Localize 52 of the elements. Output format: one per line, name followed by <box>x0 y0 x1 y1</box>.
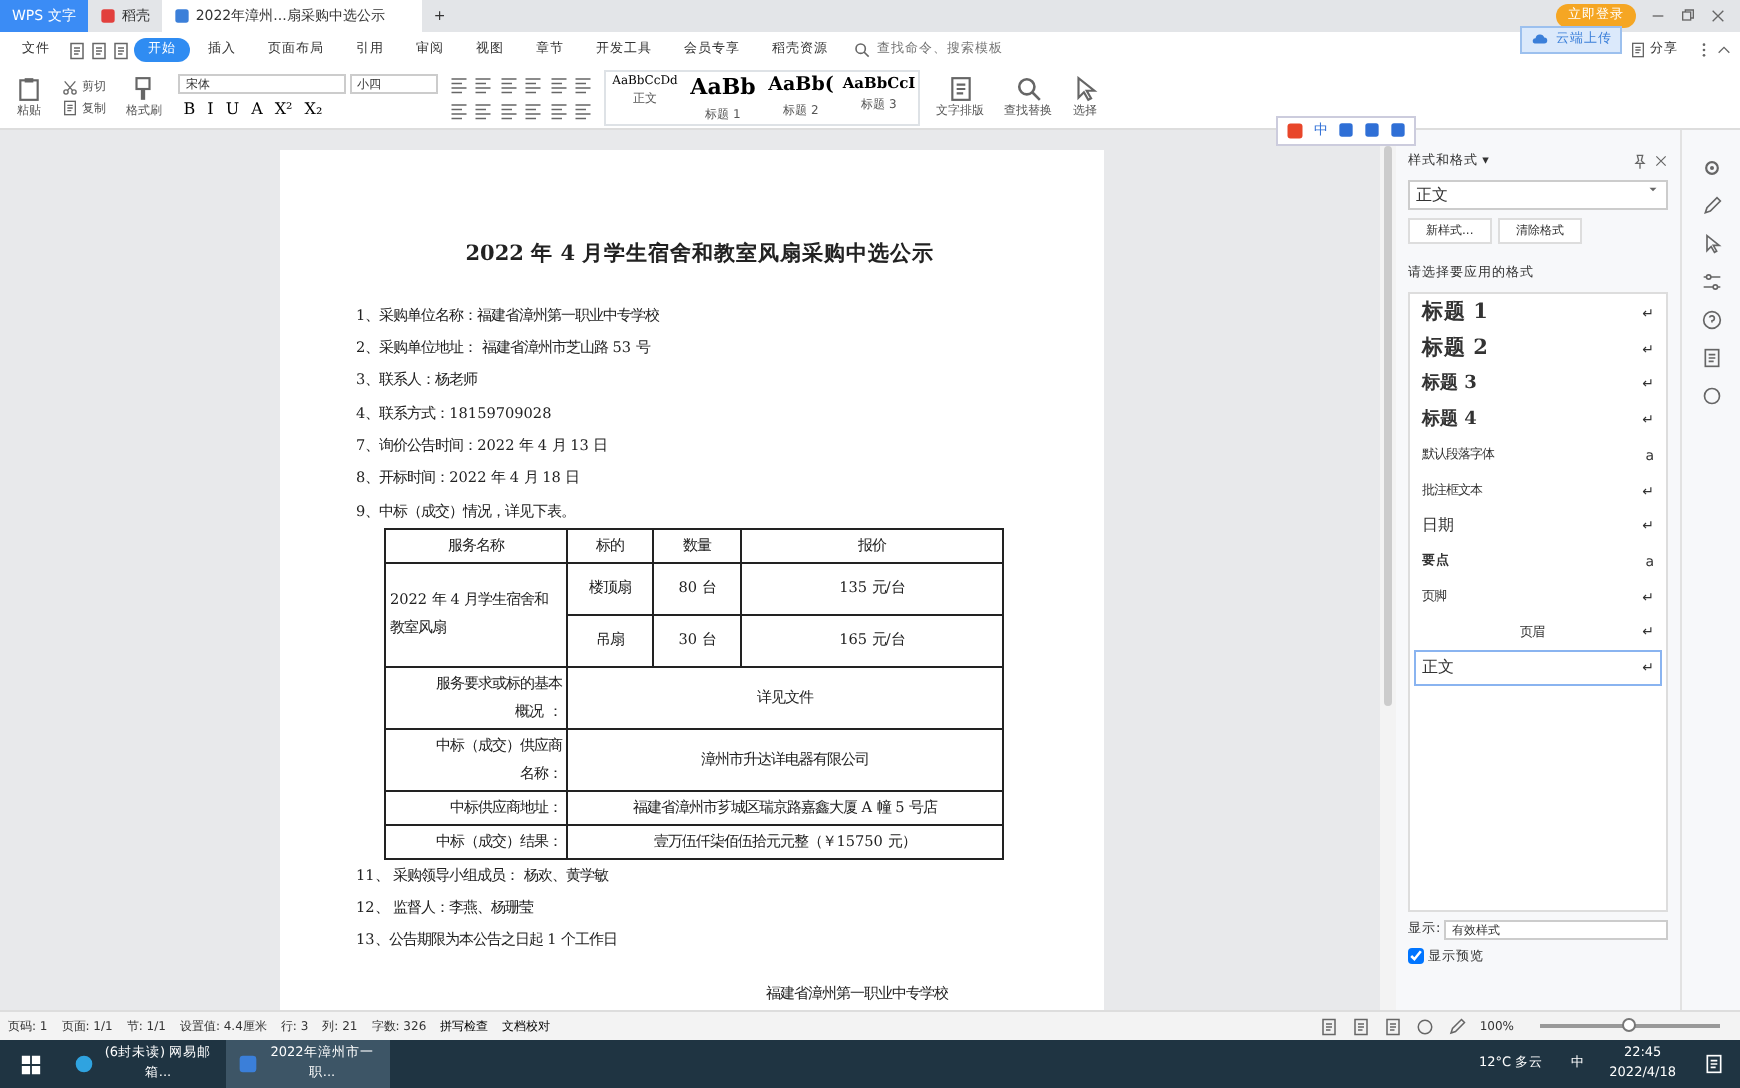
find-replace-icon <box>1015 76 1041 102</box>
restore-icon <box>1680 8 1696 24</box>
cursor-icon[interactable] <box>1701 234 1721 254</box>
paragraph-icon <box>449 101 467 120</box>
paragraph-icon <box>574 76 592 95</box>
help-icon[interactable] <box>1701 310 1721 330</box>
paragraph-icon <box>474 101 492 120</box>
text-layout-icon <box>947 76 973 102</box>
copy-icon <box>62 100 78 117</box>
paste-icon <box>16 76 42 102</box>
format-painter-icon <box>130 76 157 102</box>
paragraph-icon <box>574 101 592 120</box>
format-button[interactable]: A <box>245 97 269 122</box>
style-dropdown[interactable]: 正文 <box>1408 179 1668 210</box>
search-icon <box>853 42 869 58</box>
paragraph-icon <box>474 76 492 95</box>
app-icon <box>99 8 116 24</box>
cloud-icon <box>1530 30 1548 49</box>
slider-thumb[interactable] <box>1622 1018 1636 1032</box>
sliders-icon[interactable] <box>1701 272 1721 292</box>
windows-icon <box>20 1053 42 1075</box>
paragraph-icon <box>499 101 517 120</box>
view-icon[interactable] <box>1383 1017 1402 1035</box>
view-icon[interactable] <box>1351 1017 1370 1035</box>
format-button[interactable]: X² <box>268 97 299 122</box>
pen-icon[interactable] <box>1447 1017 1466 1035</box>
paragraph-icon <box>549 76 567 95</box>
ime-logo-icon <box>1286 121 1304 140</box>
paragraph-icon <box>499 76 517 95</box>
paragraph-icon <box>549 101 567 120</box>
document-title: 2022 年 4 月学生宿舍和教室风扇采购中选公示 <box>463 240 937 270</box>
toolbar-icon <box>68 41 86 59</box>
paragraph-icon <box>524 76 542 95</box>
app-icon <box>238 1054 258 1074</box>
scissors-icon <box>62 79 78 96</box>
format-button[interactable]: B <box>177 97 202 122</box>
toolbar-icon <box>112 41 130 59</box>
collapse-icon <box>1716 42 1732 58</box>
format-button[interactable]: I <box>201 97 220 122</box>
scrollbar-thumb[interactable] <box>1384 146 1392 706</box>
preview-checkbox[interactable] <box>1408 948 1424 965</box>
close-icon <box>1654 153 1668 168</box>
view-icon[interactable] <box>1319 1017 1338 1035</box>
pen-icon[interactable] <box>1701 196 1721 216</box>
toolbar-icon <box>90 41 108 59</box>
close-icon <box>1710 8 1726 24</box>
paragraph-icon <box>449 76 467 95</box>
format-button[interactable]: X₂ <box>298 97 329 122</box>
paragraph-icon <box>524 101 542 120</box>
pin-icon <box>1631 153 1647 170</box>
format-button[interactable]: U <box>219 97 246 122</box>
select-icon <box>1072 76 1098 102</box>
